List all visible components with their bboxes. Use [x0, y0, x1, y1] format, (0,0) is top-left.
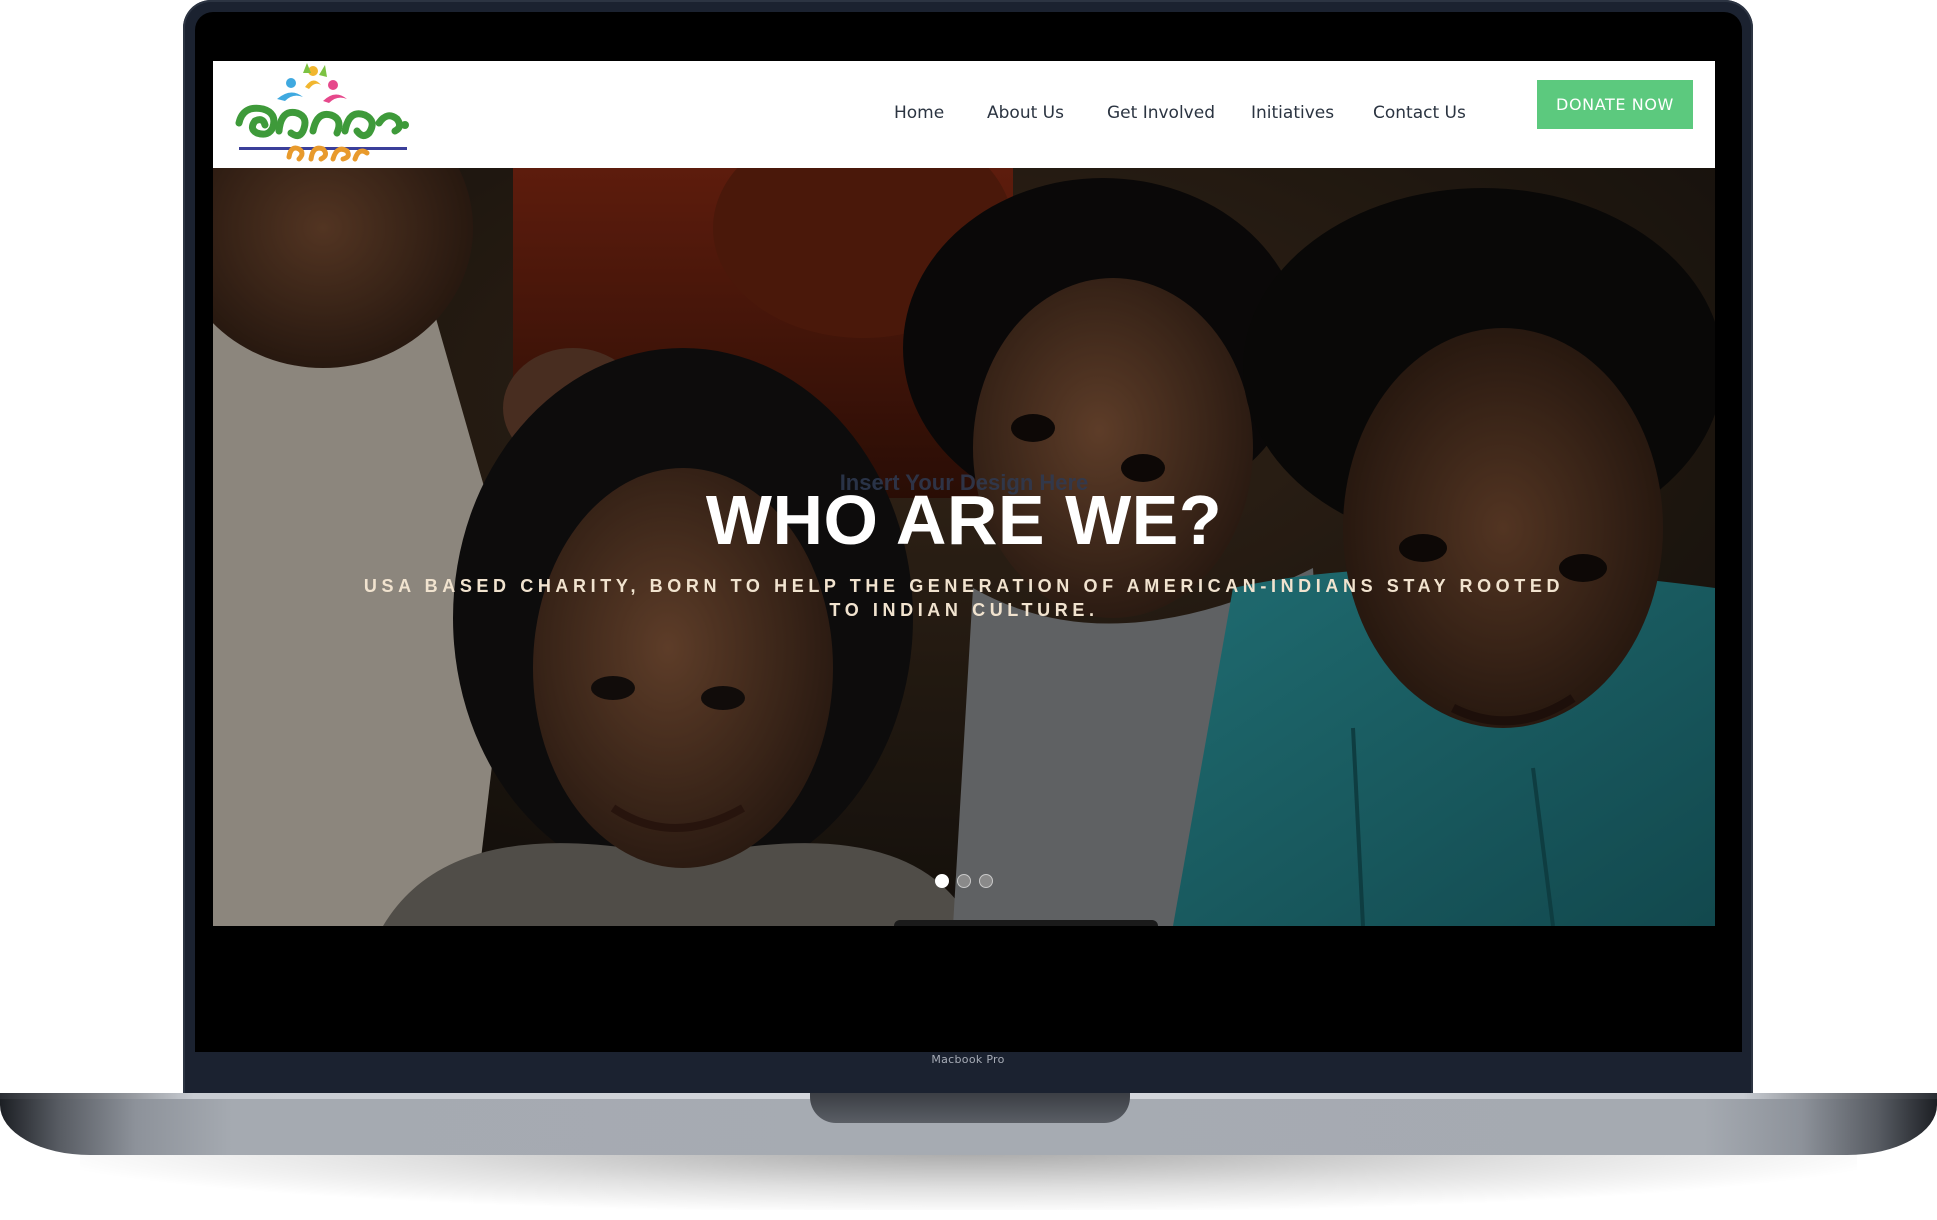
hero-bottom-tab	[894, 920, 1158, 926]
macbook-mockup: Macbook Pro Home About Us Get Involved I…	[0, 0, 1937, 1220]
hero-title: WHO ARE WE?	[705, 481, 1223, 559]
nav-home[interactable]: Home	[894, 103, 944, 123]
site-header: Home About Us Get Involved Initiatives C…	[213, 61, 1715, 168]
hero-slider: Insert Your Design Here WHO ARE WE? USA …	[213, 168, 1715, 926]
website-viewport: Home About Us Get Involved Initiatives C…	[213, 61, 1715, 926]
donate-now-button[interactable]: DONATE NOW	[1537, 80, 1693, 129]
slider-dot-1[interactable]	[935, 874, 949, 888]
nav-initiatives[interactable]: Initiatives	[1251, 103, 1334, 123]
main-navigation: Home About Us Get Involved Initiatives C…	[213, 95, 1715, 135]
nav-contact-us[interactable]: Contact Us	[1373, 103, 1466, 123]
nav-get-involved[interactable]: Get Involved	[1107, 103, 1215, 123]
device-label: Macbook Pro	[931, 1053, 1005, 1066]
nav-about-us[interactable]: About Us	[987, 103, 1064, 123]
slider-pagination	[213, 874, 1715, 890]
slider-dot-2[interactable]	[957, 874, 971, 888]
hero-subtitle: USA BASED CHARITY, BORN TO HELP THE GENE…	[363, 576, 1565, 620]
laptop-shadow	[80, 1150, 1857, 1210]
slider-dot-3[interactable]	[979, 874, 993, 888]
laptop-opening-notch	[810, 1093, 1130, 1123]
